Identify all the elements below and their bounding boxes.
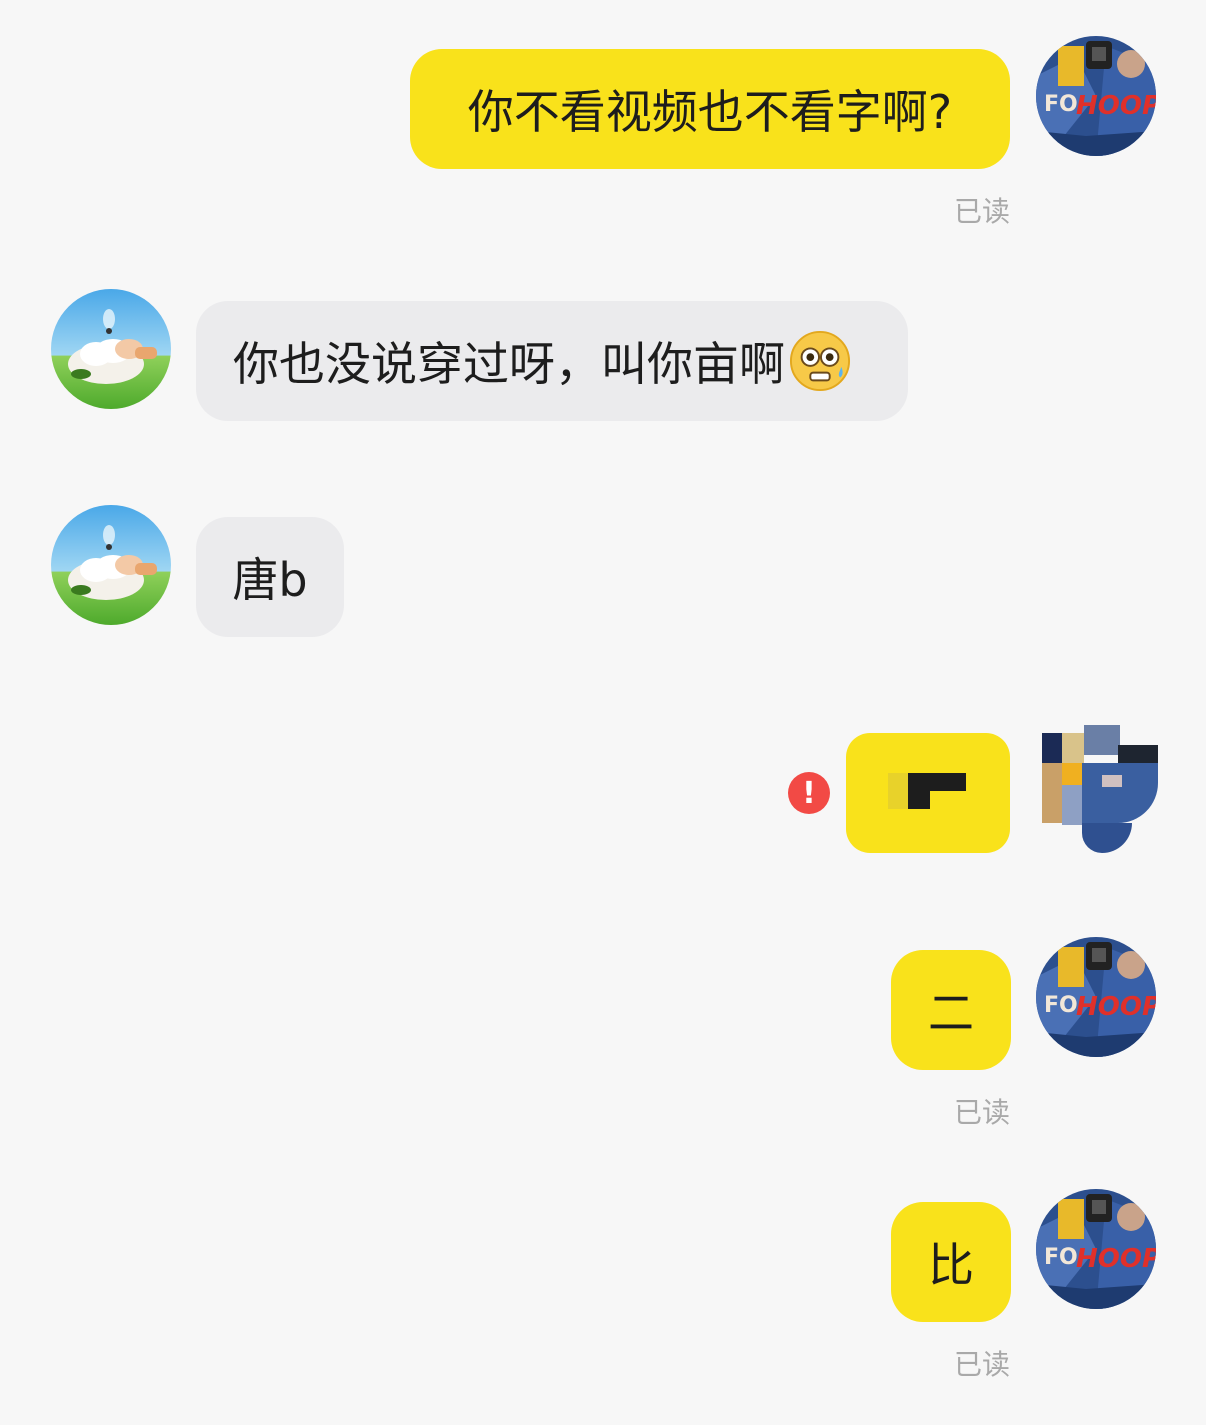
message-bubble-mine[interactable]: 二 [891, 950, 1011, 1070]
send-failed-icon[interactable]: ! [788, 772, 830, 814]
message-row: 你也没说穿过呀，叫你亩啊 [0, 289, 1206, 429]
message-row: ! [0, 715, 1206, 865]
jersey-avatar-icon [1036, 1189, 1156, 1309]
read-status: 已读 [953, 1096, 1010, 1129]
read-status: 已读 [953, 195, 1010, 228]
my-avatar[interactable] [1036, 1189, 1156, 1309]
message-bubble-theirs[interactable]: 唐b [196, 517, 344, 637]
message-bubble-mine[interactable]: 比 [891, 1202, 1011, 1322]
message-row: 唐b [0, 505, 1206, 645]
message-bubble-mine[interactable]: 你不看视频也不看字啊? [410, 49, 1010, 169]
message-row: 你不看视频也不看字啊? 已读 [0, 36, 1206, 236]
message-text: 唐b [232, 553, 308, 607]
sheep-avatar-icon [51, 505, 171, 625]
pixelated-content [888, 773, 908, 809]
my-avatar[interactable] [1036, 937, 1156, 1057]
message-row: 比 已读 [0, 1189, 1206, 1389]
message-bubble-mine-pixelated[interactable] [846, 733, 1010, 853]
read-status: 已读 [953, 1348, 1010, 1381]
message-text: 二 [928, 986, 974, 1040]
flushed-sweat-emoji-icon [789, 330, 851, 392]
my-avatar-pixelated[interactable] [1042, 725, 1158, 853]
contact-avatar[interactable] [51, 289, 171, 409]
message-text: 你不看视频也不看字啊? [467, 85, 953, 139]
message-row: 二 已读 [0, 937, 1206, 1137]
jersey-avatar-icon [1036, 36, 1156, 156]
my-avatar[interactable] [1036, 36, 1156, 156]
message-text: 比 [928, 1238, 974, 1292]
contact-avatar[interactable] [51, 505, 171, 625]
message-text: 你也没说穿过呀，叫你亩啊 [233, 337, 785, 391]
message-bubble-theirs[interactable]: 你也没说穿过呀，叫你亩啊 [196, 301, 908, 421]
sheep-avatar-icon [51, 289, 171, 409]
pixelated-content [908, 773, 930, 809]
jersey-avatar-icon [1036, 937, 1156, 1057]
